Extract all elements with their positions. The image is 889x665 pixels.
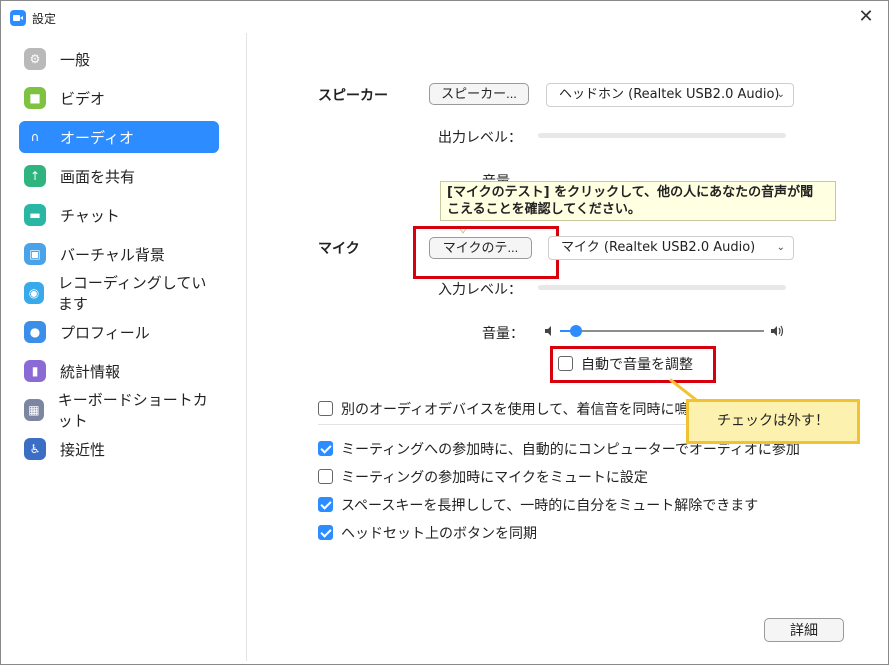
speaker-device-select[interactable]: ヘッドホン (Realtek USB2.0 Audio) ⌄: [546, 83, 794, 107]
sidebar-item-label: オーディオ: [60, 128, 134, 147]
volume-high-icon: [771, 325, 784, 337]
sidebar-item-1[interactable]: ⚙ 一般: [19, 43, 219, 75]
sidebar-item-label: プロフィール: [60, 323, 150, 342]
video-camera-icon: ■: [24, 87, 46, 109]
auto-adjust-volume-checkbox[interactable]: [558, 356, 573, 371]
sidebar-item-5[interactable]: ▬ チャット: [19, 199, 219, 231]
mic-device-select[interactable]: マイク (Realtek USB2.0 Audio) ⌄: [548, 236, 794, 260]
audio-settings-panel: スピーカー スピーカー... ヘッドホン (Realtek USB2.0 Aud…: [248, 33, 888, 661]
sidebar-item-label: バーチャル背景: [60, 245, 165, 264]
sidebar-item-label: 画面を共有: [60, 167, 136, 186]
sidebar-item-label: キーボードショートカット: [57, 391, 208, 430]
option-label-4: スペースキーを長押しして、一時的に自分をミュート解除できます: [341, 498, 759, 514]
option-checkbox-3[interactable]: [318, 469, 333, 484]
mic-test-tooltip: [マイクのテスト] をクリックして、他の人にあなたの音声が聞 こえることを確認し…: [440, 181, 836, 221]
sidebar-item-8[interactable]: ● プロフィール: [19, 316, 219, 348]
tooltip-line-1: [マイクのテスト] をクリックして、他の人にあなたの音声が聞: [447, 185, 814, 200]
sidebar-item-2[interactable]: ■ ビデオ: [19, 82, 219, 114]
mic-volume-thumb[interactable]: [570, 325, 582, 337]
record-icon: ◉: [24, 282, 44, 304]
sidebar-item-label: レコーディングしています: [57, 274, 207, 313]
auto-adjust-volume-label: 自動で音量を調整: [581, 357, 693, 373]
instruction-callout: チェックは外す！: [686, 399, 860, 444]
sidebar-item-4[interactable]: ↑ 画面を共有: [19, 160, 219, 192]
option-label-1: 別のオーディオデバイスを使用して、着信音を同時に鳴らします: [341, 402, 745, 418]
mic-device-value: マイク (Realtek USB2.0 Audio): [561, 240, 756, 255]
option-checkbox-2[interactable]: [318, 441, 333, 456]
sidebar-item-11[interactable]: ♿ 接近性: [19, 433, 219, 465]
settings-sidebar: ⚙ 一般 ■ ビデオ ∩ オーディオ ↑ 画面を共有 ▬ チャット ▣ バーチャル背景 ◉ レコーディング…: [7, 33, 247, 661]
virtual-background-icon: ▣: [24, 243, 46, 265]
input-level-label: 入力レベル：: [438, 282, 522, 298]
share-screen-icon: ↑: [24, 165, 46, 187]
output-level-label: 出力レベル：: [438, 130, 522, 146]
window-title: 設定: [32, 12, 57, 26]
sidebar-item-label: 接近性: [60, 440, 106, 459]
option-checkbox-1[interactable]: [318, 401, 333, 416]
chevron-down-icon: ⌄: [776, 89, 785, 100]
accessibility-icon: ♿: [24, 438, 46, 460]
output-level-meter: [538, 133, 786, 138]
settings-window: 設定 ✕ ⚙ 一般 ■ ビデオ ∩ オーディオ ↑ 画面を共有 ▬ チャット ▣ バーチャル背景 ◉ レコ…: [0, 0, 889, 665]
headphones-icon: ∩: [30, 130, 40, 144]
sidebar-item-9[interactable]: ▮ 統計情報: [19, 355, 219, 387]
sidebar-item-10[interactable]: ▦ キーボードショートカット: [19, 391, 219, 430]
input-level-meter: [538, 285, 786, 290]
option-checkbox-5[interactable]: [318, 525, 333, 540]
gear-icon: ⚙: [24, 48, 46, 70]
sidebar-item-label: チャット: [60, 206, 120, 225]
sidebar-item-label: 統計情報: [60, 362, 121, 381]
mic-volume-label: 音量：: [482, 326, 524, 342]
mic-volume-track[interactable]: [560, 330, 764, 332]
chat-icon: ▬: [24, 204, 46, 226]
sidebar-item-7[interactable]: ◉ レコーディングしています: [19, 274, 219, 313]
option-label-5: ヘッドセット上のボタンを同期: [341, 526, 537, 542]
test-speaker-button[interactable]: スピーカー...: [429, 83, 529, 105]
tooltip-line-2: こえることを確認してください。: [447, 202, 641, 217]
title-bar: 設定 ✕: [1, 1, 888, 33]
test-mic-button[interactable]: マイクのテ...: [429, 237, 532, 259]
chevron-down-icon: ⌄: [776, 242, 785, 253]
sidebar-item-label: 一般: [60, 50, 91, 69]
statistics-icon: ▮: [24, 360, 46, 382]
volume-low-icon: [545, 326, 551, 336]
profile-icon: ●: [24, 321, 46, 343]
details-button[interactable]: 詳細: [764, 618, 844, 642]
sidebar-item-label: ビデオ: [60, 89, 106, 108]
speaker-device-value: ヘッドホン (Realtek USB2.0 Audio): [559, 87, 780, 102]
mic-heading: マイク: [318, 241, 360, 257]
close-button[interactable]: ✕: [856, 7, 876, 27]
keyboard-icon: ▦: [24, 399, 44, 421]
sidebar-item-6[interactable]: ▣ バーチャル背景: [19, 238, 219, 270]
sidebar-item-3[interactable]: ∩ オーディオ: [19, 121, 219, 153]
option-checkbox-4[interactable]: [318, 497, 333, 512]
speaker-heading: スピーカー: [318, 88, 388, 104]
option-label-3: ミーティングの参加時にマイクをミュートに設定: [341, 470, 648, 486]
zoom-app-icon: [10, 10, 26, 26]
